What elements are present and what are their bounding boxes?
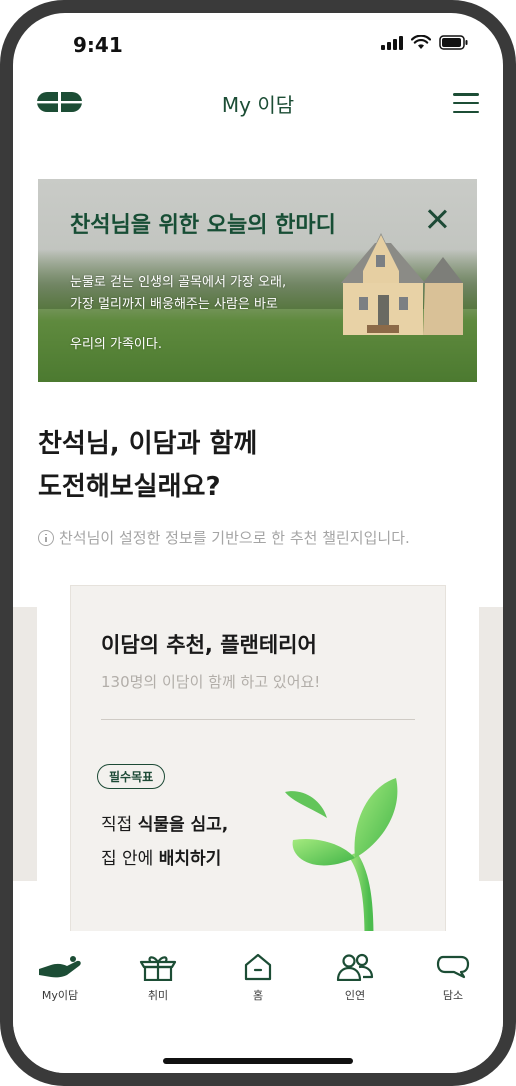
info-note: 찬석님이 설정한 정보를 기반으로 한 추천 챌린지입니다.: [38, 527, 410, 548]
nav-label: 홈: [252, 989, 264, 1002]
card-description-line: 집 안에 배치하기: [101, 844, 221, 869]
nav-item-chat[interactable]: 담소: [418, 953, 488, 1003]
card-text-bold: 식물을 심고,: [137, 815, 229, 835]
card-subtitle: 130명의 이담이 함께 하고 있어요!: [101, 673, 321, 691]
menu-button[interactable]: [453, 93, 479, 113]
phone-frame: 9:41 My 이담 찬석님을 위한 오늘의 한마디 눈물로 걷는 인생의 골목…: [0, 0, 516, 1086]
card-title: 이담의 추천, 플랜테리어: [101, 633, 317, 657]
nav-label: My이담: [41, 989, 79, 1002]
hand-heart-icon: [39, 956, 81, 978]
signal-icon: [381, 35, 403, 50]
card-text: 집 안에: [101, 849, 159, 869]
chat-bubble-icon: [436, 955, 470, 979]
nav-label: 인연: [344, 989, 366, 1002]
card-text: 직접: [101, 815, 138, 835]
challenge-card[interactable]: 이담의 추천, 플랜테리어 130명의 이담이 함께 하고 있어요! 필수목표 …: [70, 585, 446, 938]
sprout-illustration: [285, 778, 398, 938]
headline-line: 찬석님, 이담과 함께: [38, 429, 258, 459]
nav-item-home[interactable]: 홈: [223, 953, 293, 1003]
app-screen: 9:41 My 이담 찬석님을 위한 오늘의 한마디 눈물로 걷는 인생의 골목…: [13, 13, 503, 1073]
close-icon[interactable]: [427, 209, 447, 229]
house-illustration: [341, 233, 463, 335]
nav-label: 취미: [147, 989, 169, 1002]
daily-quote-banner: 찬석님을 위한 오늘의 한마디 눈물로 걷는 인생의 골목에서 가장 오래, 가…: [38, 179, 477, 382]
banner-quote-line: 우리의 가족이다.: [70, 337, 162, 352]
required-goal-badge: 필수목표: [97, 764, 166, 789]
home-indicator[interactable]: [163, 1058, 353, 1064]
nav-item-my-idam[interactable]: My이담: [25, 953, 95, 1003]
card-description-line: 직접 식물을 심고,: [101, 810, 228, 835]
card-text-bold: 배치하기: [158, 849, 222, 869]
battery-icon: [439, 35, 468, 50]
info-text: 찬석님이 설정한 정보를 기반으로 한 추천 챌린지입니다.: [59, 529, 410, 547]
info-icon: [38, 529, 54, 546]
nav-item-hobby[interactable]: 취미: [123, 953, 193, 1003]
gift-box-icon: [139, 956, 177, 981]
banner-title: 찬석님을 위한 오늘의 한마디: [70, 213, 336, 238]
banner-quote-line: 눈물로 걷는 인생의 골목에서 가장 오래,: [70, 275, 287, 290]
bottom-navigation: My이담 취미 홈 인연 담소: [13, 931, 503, 1073]
people-icon: [336, 953, 374, 981]
status-time: 9:41: [73, 33, 123, 57]
banner-quote-line: 가장 멀리까지 배웅해주는 사람은 바로: [70, 297, 278, 312]
nav-item-relationship[interactable]: 인연: [320, 953, 390, 1003]
previous-card-peek[interactable]: [13, 607, 37, 881]
status-icons: [381, 35, 469, 50]
headline-line: 도전해보실래요?: [38, 472, 221, 502]
wifi-icon: [411, 35, 431, 49]
challenge-headline: 찬석님, 이담과 함께 도전해보실래요?: [38, 423, 257, 509]
next-card-peek[interactable]: [479, 607, 503, 881]
nav-label: 담소: [442, 989, 464, 1002]
page-title: My 이담: [221, 93, 295, 117]
divider: [101, 719, 415, 720]
home-icon: [244, 953, 272, 981]
